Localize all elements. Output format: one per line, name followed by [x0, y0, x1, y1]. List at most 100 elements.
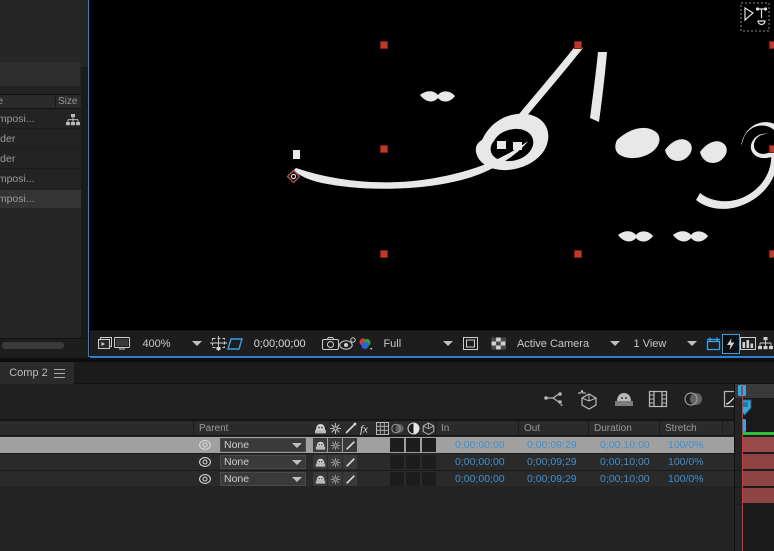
- project-column-header[interactable]: pe Size: [0, 94, 88, 109]
- timeline-empty-area[interactable]: [0, 486, 734, 551]
- layer-switches[interactable]: [313, 472, 357, 486]
- selection-handle-bottom-right[interactable]: [769, 250, 774, 258]
- take-snapshot-icon[interactable]: [322, 334, 340, 354]
- layer-in-point[interactable]: 0;00;00;00: [455, 439, 505, 451]
- layer-stretch[interactable]: 100/0%: [668, 456, 704, 468]
- project-item-1[interactable]: older: [0, 130, 81, 149]
- layer-name-cell[interactable]: [0, 454, 196, 470]
- timeline-graph-area[interactable]: [734, 384, 774, 551]
- layer-out-point[interactable]: 0;00;09;29: [527, 456, 577, 468]
- adjustment-layer-icon[interactable]: [407, 422, 420, 435]
- collapse-transformations-switch[interactable]: [328, 472, 342, 486]
- in-column-header[interactable]: In: [441, 423, 449, 434]
- selection-handle-top-left[interactable]: [380, 41, 388, 49]
- toggle-pixel-aspect-correction-icon[interactable]: [705, 334, 722, 354]
- layer-switches[interactable]: [313, 455, 357, 469]
- collapse-transformations-switch[interactable]: [328, 438, 342, 452]
- layer-duration[interactable]: 0;00;10;00: [600, 473, 650, 485]
- table-row[interactable]: None 0;00;00;00 0;00;09;29 0;00;10;00 10…: [0, 437, 734, 454]
- video-visibility-icon[interactable]: [198, 439, 212, 451]
- parent-column-header[interactable]: Parent: [199, 423, 228, 434]
- stretch-column-header[interactable]: Stretch: [665, 423, 697, 434]
- selection-handle-top-center[interactable]: [574, 41, 582, 49]
- zoom-chevron-down-icon[interactable]: [191, 341, 202, 346]
- duration-column-header[interactable]: Duration: [594, 423, 632, 434]
- project-item-2[interactable]: older: [0, 150, 81, 169]
- layer-duration[interactable]: 0;00;10;00: [600, 456, 650, 468]
- layer-name-cell[interactable]: [0, 437, 196, 453]
- video-visibility-icon[interactable]: [198, 456, 212, 468]
- tab-comp-2[interactable]: Comp 2: [0, 362, 74, 384]
- quality-switch[interactable]: [343, 438, 357, 452]
- draft-3d-icon[interactable]: [544, 390, 568, 414]
- fast-previews-icon[interactable]: [722, 333, 740, 354]
- playhead-line[interactable]: [742, 384, 743, 551]
- quality-switch[interactable]: [343, 472, 357, 486]
- puppet-pin-tool-icon[interactable]: [740, 2, 770, 32]
- viewer-toolbar[interactable]: 400% 0;00;00;00 Full Active Camera 1 Vie…: [90, 330, 774, 356]
- current-timecode[interactable]: 0;00;00;00: [244, 338, 310, 350]
- layer-stretch[interactable]: 100/0%: [668, 473, 704, 485]
- timeline-tab-bar[interactable]: Comp 2: [0, 362, 774, 384]
- main-viewer-icon[interactable]: [113, 334, 130, 354]
- motion-blur-icon[interactable]: [683, 390, 707, 414]
- timeline-panel[interactable]: Comp 2 Parent fx In Out Duration Stretch…: [0, 362, 774, 551]
- project-column-type[interactable]: pe: [0, 96, 3, 107]
- layer-duration-bar[interactable]: [742, 488, 774, 504]
- quality-icon[interactable]: [344, 422, 357, 435]
- collapse-transformations-switch[interactable]: [328, 455, 342, 469]
- quality-switch[interactable]: [343, 455, 357, 469]
- panel-menu-icon[interactable]: [53, 368, 65, 378]
- parent-dropdown[interactable]: None: [220, 438, 306, 452]
- table-row[interactable]: None 0;00;00;00 0;00;09;29 0;00;10;00 10…: [0, 454, 734, 471]
- timeline-column-header[interactable]: Parent fx In Out Duration Stretch: [0, 420, 774, 436]
- shy-switch[interactable]: [313, 455, 327, 469]
- layer-in-point[interactable]: 0;00;00;00: [455, 456, 505, 468]
- shy-switch[interactable]: [313, 472, 327, 486]
- collapse-transformations-icon[interactable]: [329, 422, 342, 435]
- selection-handle-bottom-center[interactable]: [574, 250, 582, 258]
- layer-out-point[interactable]: 0;00;09;29: [527, 439, 577, 451]
- layer-out-point[interactable]: 0;00;09;29: [527, 473, 577, 485]
- out-column-header[interactable]: Out: [524, 423, 540, 434]
- selection-handle-middle-right[interactable]: [769, 145, 774, 153]
- new-3d-renderer-icon[interactable]: [578, 389, 602, 414]
- selection-handle-bottom-left[interactable]: [380, 250, 388, 258]
- layer-name-cell[interactable]: [0, 471, 196, 487]
- view-layout-chevron-down-icon[interactable]: [687, 341, 698, 346]
- view-layout-value[interactable]: 1 View: [630, 338, 671, 350]
- layer-stretch[interactable]: 100/0%: [668, 439, 704, 451]
- grid-and-guide-options-icon[interactable]: [209, 334, 227, 354]
- frame-blending-icon[interactable]: [376, 422, 389, 435]
- project-column-size[interactable]: Size: [58, 96, 77, 107]
- hide-shy-layers-icon[interactable]: [613, 390, 637, 414]
- composition-viewer[interactable]: [90, 0, 774, 330]
- toggle-view-layout-icon[interactable]: [462, 334, 479, 354]
- layer-in-point[interactable]: 0;00;00;00: [455, 473, 505, 485]
- parent-chevron-down-icon[interactable]: [292, 476, 302, 482]
- always-preview-this-view-icon[interactable]: [96, 334, 113, 354]
- selection-handle-middle-left[interactable]: [380, 145, 388, 153]
- anchor-point-icon[interactable]: [287, 170, 300, 183]
- shy-switch[interactable]: [313, 438, 327, 452]
- toggle-transparency-grid-icon[interactable]: [490, 334, 507, 354]
- project-item-4[interactable]: omposi...: [0, 190, 81, 209]
- camera-view-value[interactable]: Active Camera: [507, 338, 593, 350]
- timeline-icon[interactable]: [740, 334, 757, 354]
- layer-duration-bar[interactable]: [742, 471, 774, 487]
- zoom-level[interactable]: 400%: [130, 338, 174, 350]
- parent-dropdown[interactable]: None: [220, 455, 306, 469]
- video-visibility-icon[interactable]: [198, 473, 212, 485]
- project-panel[interactable]: pe Size omposi... older older omposi... …: [0, 0, 88, 361]
- layer-switches[interactable]: [313, 438, 357, 452]
- resolution-value[interactable]: Full: [373, 338, 405, 350]
- parent-dropdown[interactable]: None: [220, 472, 306, 486]
- show-snapshot-icon[interactable]: [339, 334, 356, 354]
- comp-flowchart-icon[interactable]: [757, 334, 774, 354]
- effects-icon[interactable]: fx: [359, 422, 374, 436]
- camera-chevron-down-icon[interactable]: [610, 341, 621, 346]
- region-of-interest-icon[interactable]: [227, 334, 244, 354]
- project-horizontal-scrollbar[interactable]: [2, 342, 64, 349]
- resolution-chevron-down-icon[interactable]: [442, 341, 453, 346]
- layer-duration[interactable]: 0;00;10;00: [600, 439, 650, 451]
